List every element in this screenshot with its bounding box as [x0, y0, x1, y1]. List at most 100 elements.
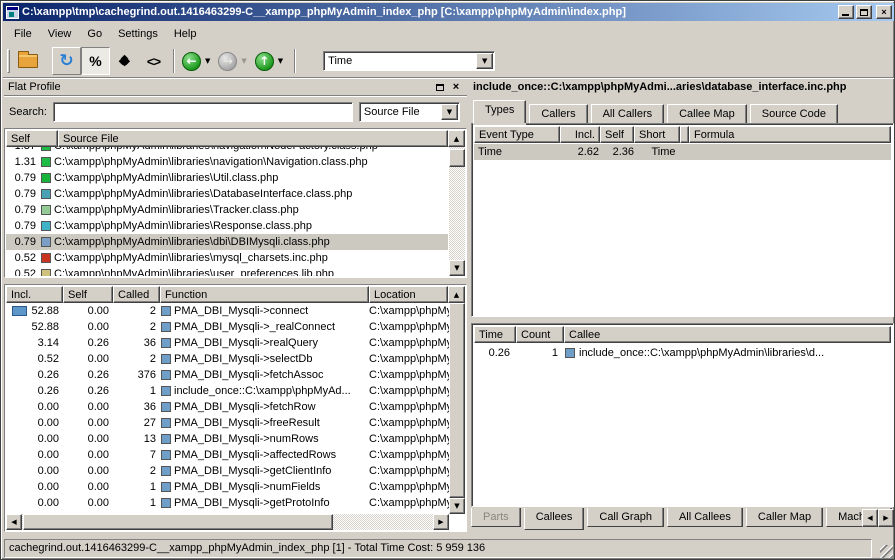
column-header-self[interactable]: Self — [600, 126, 634, 143]
function-row[interactable]: 0.00 0.00 27 PMA_DBI_Mysqli->freeResult … — [6, 415, 449, 431]
function-row[interactable]: 0.00 0.00 7 PMA_DBI_Mysqli->affectedRows… — [6, 447, 449, 463]
search-input[interactable] — [53, 102, 353, 122]
function-row[interactable]: 0.26 0.26 1 include_once::C:\xampp\phpMy… — [6, 383, 449, 399]
column-header-count[interactable]: Count — [516, 326, 564, 343]
detail-tab[interactable]: Callee Map — [667, 104, 747, 123]
column-header-short[interactable]: Short — [634, 126, 680, 143]
scroll-left-button[interactable]: ◀ — [6, 514, 22, 530]
function-row[interactable]: 3.14 0.26 36 PMA_DBI_Mysqli->realQuery C… — [6, 335, 449, 351]
source-file-row[interactable]: 1.31 C:\xampp\phpMyAdmin\libraries\navig… — [6, 154, 448, 170]
function-row[interactable]: 0.00 0.00 36 PMA_DBI_Mysqli->fetchRow C:… — [6, 399, 449, 415]
function-row[interactable]: 0.26 0.26 376 PMA_DBI_Mysqli->fetchAssoc… — [6, 367, 449, 383]
scroll-up-button[interactable]: ▲ — [448, 286, 465, 303]
up-dropdown[interactable]: ▼ — [278, 57, 283, 65]
column-header-incl[interactable]: Incl. — [6, 286, 63, 303]
column-header-time[interactable]: Time — [474, 326, 516, 343]
source-file-row[interactable]: 0.79 C:\xampp\phpMyAdmin\libraries\Util.… — [6, 170, 448, 186]
location-cell: C:\xampp\phpMy... — [369, 449, 449, 461]
detail-tab[interactable]: Callers — [529, 104, 587, 123]
tab-scroll-right-button[interactable]: ▶ — [878, 509, 894, 527]
column-header-event-type[interactable]: Event Type — [474, 126, 560, 143]
menu-item[interactable]: View — [41, 25, 79, 43]
incl-cell: 52.88 — [6, 321, 63, 333]
function-row[interactable]: 52.88 0.00 2 PMA_DBI_Mysqli->connect C:\… — [6, 303, 449, 319]
called-cell: 1 — [113, 385, 160, 397]
source-file-row[interactable]: 0.52 C:\xampp\phpMyAdmin\libraries\mysql… — [6, 250, 448, 266]
resize-grip[interactable] — [880, 545, 893, 558]
relative-to-parent-toggle[interactable]: ⬌⬍ — [110, 47, 139, 75]
menu-item[interactable]: Settings — [111, 25, 165, 43]
scrollbar-thumb[interactable] — [449, 149, 465, 167]
group-by-combobox[interactable]: Source File ▼ — [359, 102, 460, 122]
column-header-self[interactable]: Self — [6, 130, 58, 147]
dock-float-button[interactable] — [433, 81, 447, 94]
relative-percent-toggle[interactable]: % — [81, 47, 110, 75]
detail-tab[interactable]: Source Code — [750, 104, 838, 123]
bottom-tab[interactable]: Callees — [524, 508, 585, 530]
column-header-source-file[interactable]: Source File — [58, 130, 448, 147]
cycle-detection-button[interactable]: <> — [139, 47, 168, 75]
bottom-tab[interactable]: All Callees — [667, 508, 743, 527]
forward-button[interactable]: → — [218, 52, 237, 71]
column-header-callee[interactable]: Callee — [564, 326, 891, 343]
menu-item[interactable]: File — [7, 25, 39, 43]
column-header-location[interactable]: Location — [369, 286, 448, 303]
scrollbar-thumb[interactable] — [449, 303, 465, 498]
function-row[interactable]: 0.00 0.00 2 PMA_DBI_Mysqli->getClientInf… — [6, 463, 449, 479]
close-button[interactable]: × — [876, 5, 892, 19]
maximize-button[interactable] — [856, 5, 872, 19]
function-cell: include_once::C:\xampp\phpMyAd... — [160, 385, 369, 397]
function-row[interactable]: 52.88 0.00 2 PMA_DBI_Mysqli->_realConnec… — [6, 319, 449, 335]
callee-row[interactable]: 0.26 1 include_once::C:\xampp\phpMyAdmin… — [474, 345, 891, 361]
source-file-row[interactable]: 0.79 C:\xampp\phpMyAdmin\libraries\Track… — [6, 202, 448, 218]
event-type-row[interactable]: Time 2.62 2.36 Time — [474, 144, 891, 160]
detail-tab[interactable]: Types — [473, 100, 526, 123]
angle-brackets-icon: <> — [147, 54, 160, 69]
source-file-row[interactable]: 0.79 C:\xampp\phpMyAdmin\libraries\Datab… — [6, 186, 448, 202]
reload-button[interactable]: ↻ — [52, 47, 81, 75]
combobox-dropdown-button[interactable]: ▼ — [476, 53, 493, 69]
scrollbar-thumb[interactable] — [23, 514, 333, 530]
scroll-right-button[interactable]: ▶ — [433, 514, 449, 530]
self-cell: 0.00 — [63, 417, 113, 429]
source-file-row[interactable]: 0.79 C:\xampp\phpMyAdmin\libraries\Respo… — [6, 218, 448, 234]
bottom-tab[interactable]: Caller Map — [746, 508, 823, 527]
vertical-scrollbar[interactable]: ▼ — [449, 147, 465, 276]
function-table: Incl. Self Called Function Location ▲ 52… — [4, 284, 467, 532]
column-header-formula[interactable]: Formula — [689, 126, 891, 143]
event-type-combobox[interactable]: Time ▼ — [323, 51, 495, 71]
callees-panel: Time Count Callee 0.26 1 include_once::C… — [471, 323, 894, 507]
source-file-row[interactable]: 0.52 C:\xampp\phpMyAdmin\libraries\user_… — [6, 266, 448, 276]
scroll-up-button[interactable]: ▲ — [448, 130, 465, 147]
function-row[interactable]: 0.00 0.00 1 PMA_DBI_Mysqli->getProtoInfo… — [6, 495, 449, 511]
minimize-button[interactable] — [838, 5, 854, 19]
scroll-down-button[interactable]: ▼ — [449, 498, 465, 514]
back-button[interactable]: ← — [182, 52, 201, 71]
toolbar-handle[interactable] — [7, 49, 10, 73]
tab-scroll-left-button[interactable]: ◀ — [862, 509, 878, 527]
combobox-dropdown-button[interactable]: ▼ — [441, 104, 458, 120]
menu-item[interactable]: Go — [80, 25, 109, 43]
function-row[interactable]: 0.00 0.00 1 PMA_DBI_Mysqli->numFields C:… — [6, 479, 449, 495]
column-header-self[interactable]: Self — [63, 286, 113, 303]
source-file-row[interactable]: 0.79 C:\xampp\phpMyAdmin\libraries\dbi\D… — [6, 234, 448, 250]
function-row[interactable]: 0.00 0.00 13 PMA_DBI_Mysqli->numRows C:\… — [6, 431, 449, 447]
bottom-tab[interactable]: Parts — [471, 508, 521, 527]
horizontal-scrollbar[interactable]: ◀ ▶ — [6, 514, 449, 530]
back-dropdown[interactable]: ▼ — [205, 57, 210, 65]
up-button[interactable]: ↑ — [255, 52, 274, 71]
source-file-row[interactable]: 1.37 C:\xampp\phpMyAdmin\libraries\navig… — [6, 147, 448, 154]
vertical-scrollbar[interactable]: ▼ — [449, 303, 465, 514]
open-file-button[interactable] — [13, 47, 42, 75]
bottom-tab[interactable]: Call Graph — [587, 508, 664, 527]
detail-tab[interactable]: All Callers — [591, 104, 665, 123]
column-header-incl[interactable]: Incl. — [560, 126, 600, 143]
scroll-down-button[interactable]: ▼ — [449, 260, 465, 276]
column-header-called[interactable]: Called — [113, 286, 160, 303]
dock-close-button[interactable]: × — [449, 81, 463, 94]
forward-dropdown[interactable]: ▼ — [241, 57, 246, 65]
column-header-function[interactable]: Function — [160, 286, 369, 303]
called-cell: 2 — [113, 305, 160, 317]
menu-item[interactable]: Help — [167, 25, 204, 43]
function-row[interactable]: 0.52 0.00 2 PMA_DBI_Mysqli->selectDb C:\… — [6, 351, 449, 367]
